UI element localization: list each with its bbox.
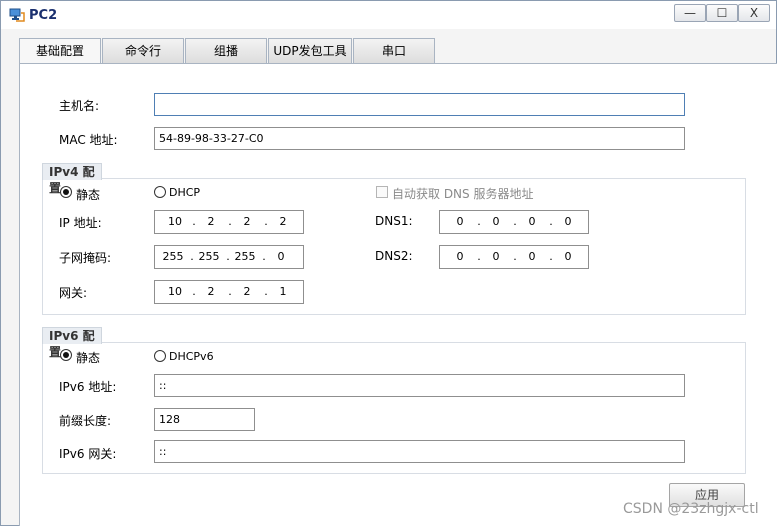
ipv6-dhcpv6-radio[interactable] — [154, 350, 166, 362]
mask-octet: 255 — [234, 250, 256, 263]
subnet-mask-input[interactable]: 255 . 255 . 255 . 0 — [154, 245, 304, 269]
mac-label: MAC 地址: — [59, 133, 118, 147]
subnet-mask-label: 子网掩码: — [59, 251, 112, 265]
tab-udp-tool[interactable]: UDP发包工具 — [268, 38, 352, 64]
tab-command-line[interactable]: 命令行 — [102, 38, 184, 64]
octet-dot: . — [549, 215, 553, 228]
octet-dot: . — [264, 215, 268, 228]
ipv4-group-title: IPv4 配置 — [42, 163, 102, 195]
octet-dot: . — [262, 250, 266, 263]
ipv6-gateway-label: IPv6 网关: — [59, 447, 117, 461]
mask-octet: 0 — [277, 250, 285, 263]
auto-dns-checkbox[interactable] — [376, 186, 388, 198]
octet-dot: . — [477, 250, 481, 263]
octet-dot: . — [513, 215, 517, 228]
octet-dot: . — [228, 215, 232, 228]
ipv6-dhcpv6-label: DHCPv6 — [169, 350, 214, 363]
gateway-input[interactable]: 10 . 2 . 2 . 1 — [154, 280, 304, 304]
ip-address-input[interactable]: 10 . 2 . 2 . 2 — [154, 210, 304, 234]
ipv6-address-input[interactable]: :: — [154, 374, 685, 397]
ipv6-address-label: IPv6 地址: — [59, 380, 117, 394]
dns2-input[interactable]: 0 . 0 . 0 . 0 — [439, 245, 589, 269]
hostname-label: 主机名: — [59, 99, 100, 113]
dns2-octet: 0 — [456, 250, 464, 263]
auto-dns-label: 自动获取 DNS 服务器地址 — [392, 187, 534, 201]
octet-dot: . — [226, 250, 230, 263]
prefix-length-label: 前缀长度: — [59, 414, 112, 428]
ipv6-gateway-input[interactable]: :: — [154, 440, 685, 463]
close-button[interactable]: X — [738, 4, 770, 22]
prefix-length-input[interactable]: 128 — [154, 408, 255, 431]
octet-dot: . — [477, 215, 481, 228]
gw-octet: 2 — [243, 285, 251, 298]
ip-octet: 2 — [207, 215, 215, 228]
pc-app-icon — [9, 8, 25, 22]
mac-field[interactable]: 54-89-98-33-27-C0 — [154, 127, 685, 150]
ip-address-label: IP 地址: — [59, 216, 102, 230]
dns2-label: DNS2: — [375, 249, 413, 263]
ip-octet: 2 — [279, 215, 287, 228]
dns1-label: DNS1: — [375, 214, 413, 228]
csdn-watermark: CSDN @23zhgjx-ctl — [623, 501, 759, 517]
ipv4-dhcp-radio[interactable] — [154, 186, 166, 198]
ipv4-static-radio[interactable] — [60, 186, 72, 198]
ipv6-static-radio[interactable] — [60, 349, 72, 361]
octet-dot: . — [264, 285, 268, 298]
gateway-label: 网关: — [59, 286, 88, 300]
pc-config-window: PC2 — ☐ X 基础配置 命令行 组播 UDP发包工具 串口 主机名: MA… — [0, 0, 777, 526]
dns1-octet: 0 — [528, 215, 536, 228]
ipv6-group-title: IPv6 配置 — [42, 327, 102, 359]
octet-dot: . — [192, 215, 196, 228]
title-bar: PC2 — ☐ X — [1, 1, 776, 29]
gw-octet: 2 — [207, 285, 215, 298]
window-title: PC2 — [29, 8, 58, 23]
dns1-octet: 0 — [456, 215, 464, 228]
gw-octet: 10 — [168, 285, 182, 298]
gw-octet: 1 — [279, 285, 287, 298]
maximize-button[interactable]: ☐ — [706, 4, 738, 22]
mask-octet: 255 — [162, 250, 184, 263]
minimize-button[interactable]: — — [674, 4, 706, 22]
ipv4-dhcp-label: DHCP — [169, 186, 201, 199]
octet-dot: . — [549, 250, 553, 263]
ip-octet: 2 — [243, 215, 251, 228]
dns1-octet: 0 — [564, 215, 572, 228]
dns2-octet: 0 — [492, 250, 500, 263]
dns1-octet: 0 — [492, 215, 500, 228]
octet-dot: . — [190, 250, 194, 263]
ipv6-static-label: 静态 — [76, 351, 101, 365]
tab-serial[interactable]: 串口 — [353, 38, 435, 64]
hostname-input[interactable] — [154, 93, 685, 116]
octet-dot: . — [513, 250, 517, 263]
dns2-octet: 0 — [564, 250, 572, 263]
ipv4-static-label: 静态 — [76, 188, 101, 202]
dns1-input[interactable]: 0 . 0 . 0 . 0 — [439, 210, 589, 234]
octet-dot: . — [228, 285, 232, 298]
ip-octet: 10 — [168, 215, 182, 228]
tab-basic-config[interactable]: 基础配置 — [19, 38, 101, 65]
dns2-octet: 0 — [528, 250, 536, 263]
mask-octet: 255 — [198, 250, 220, 263]
octet-dot: . — [192, 285, 196, 298]
tab-multicast[interactable]: 组播 — [185, 38, 267, 64]
